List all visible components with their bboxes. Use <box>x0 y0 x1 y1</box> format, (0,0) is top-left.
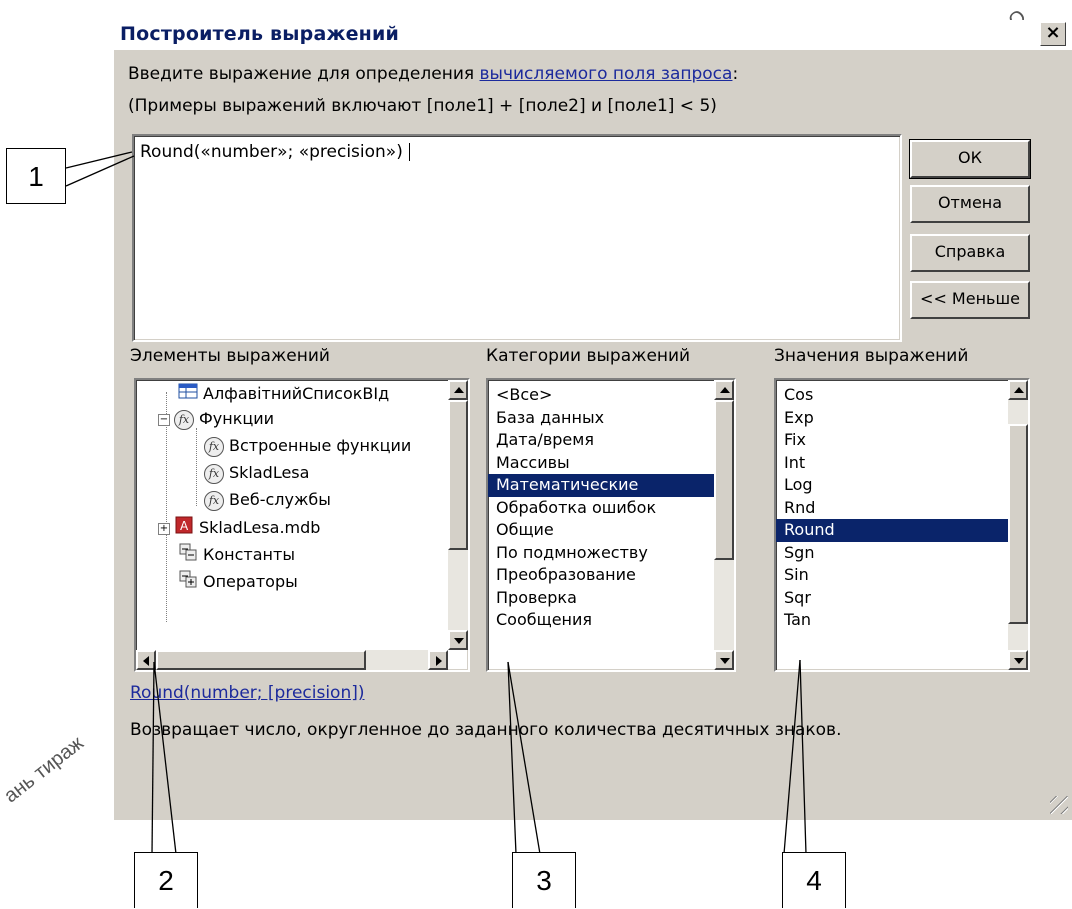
leader-line-2a <box>151 661 155 855</box>
leader-line-4b <box>799 659 807 855</box>
leader-line-3a <box>507 661 517 855</box>
callout-1: 1 <box>6 148 66 204</box>
callout-leaders <box>65 151 807 855</box>
callout-2: 2 <box>134 852 198 908</box>
leader-line-1b <box>65 155 135 187</box>
leader-line-2b <box>153 661 177 855</box>
callout-4: 4 <box>782 852 846 908</box>
leader-line-1 <box>65 151 133 169</box>
callout-3: 3 <box>512 852 576 908</box>
leader-line-3b <box>507 661 541 855</box>
leader-line-4a <box>783 659 801 855</box>
